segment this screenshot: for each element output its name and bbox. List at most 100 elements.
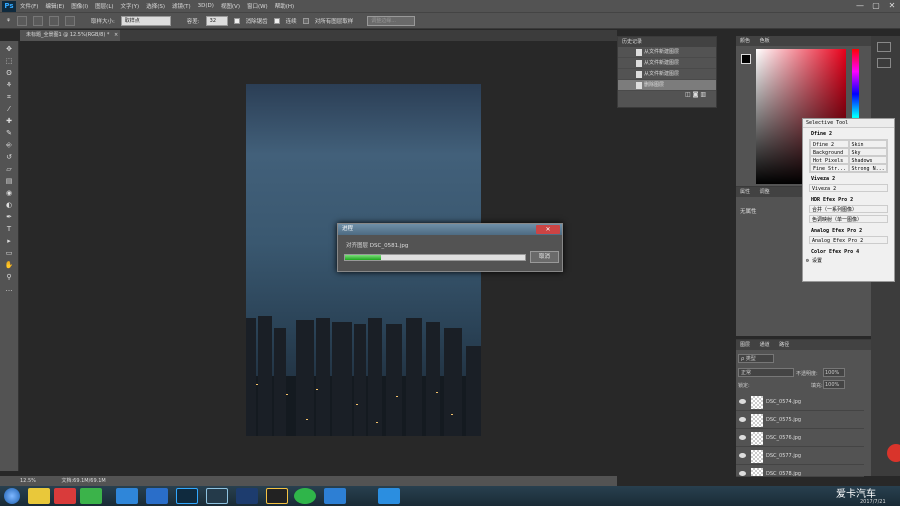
layer-row[interactable]: DSC_0576.jpg [736, 430, 864, 447]
hdr-merge-button[interactable]: 合并（一系列图像） [809, 205, 888, 213]
blur-icon[interactable]: ◉ [3, 188, 15, 198]
dfine-option[interactable]: Fine Str... [810, 164, 849, 172]
menu-help[interactable]: 帮助(H) [275, 2, 294, 10]
maximize-button[interactable]: ▢ [868, 0, 884, 12]
dfine-option[interactable]: Strong N... [848, 164, 887, 172]
panel-toggle-icon[interactable] [877, 58, 891, 68]
type-icon[interactable]: T [3, 224, 15, 234]
eyedropper-icon[interactable]: ⁄ [3, 104, 15, 114]
qq-icon[interactable] [266, 488, 288, 504]
dfine-option[interactable]: Hot Pixels [810, 156, 849, 164]
monitor-icon[interactable] [236, 488, 258, 504]
menu-view[interactable]: 视图(V) [221, 2, 240, 10]
document-tab[interactable]: 未标题_全景图1 @ 12.5%(RGB/8) * × [20, 30, 120, 41]
hdr-tonemap-button[interactable]: 色调映射（单一图像） [809, 215, 888, 223]
player-icon[interactable] [146, 488, 168, 504]
pen-icon[interactable]: ✒ [3, 212, 15, 222]
word-icon[interactable] [378, 488, 400, 504]
shape-icon[interactable]: ▭ [3, 248, 15, 258]
foreground-color-swatch[interactable] [741, 54, 751, 64]
dfine-option[interactable]: Background [810, 148, 849, 156]
subtract-selection-icon[interactable] [48, 15, 59, 26]
dfine-option[interactable]: Sky [848, 148, 887, 156]
layer-filter-select[interactable]: ρ 类型 [738, 354, 774, 363]
dialog-close-button[interactable]: ✕ [536, 225, 560, 234]
stamp-icon[interactable]: ⎆ [3, 140, 15, 150]
tolerance-input[interactable]: 32 [205, 15, 228, 26]
tab-color[interactable]: 颜色 [740, 38, 750, 44]
media-icon[interactable] [54, 488, 76, 504]
history-item-active[interactable]: 删除图层 [618, 80, 716, 91]
history-tab[interactable]: 历史记录 [618, 37, 716, 47]
visibility-eye-icon[interactable] [739, 471, 746, 476]
snapshot-icon[interactable]: ◫ [685, 91, 691, 98]
bird-icon[interactable] [324, 488, 346, 504]
visibility-eye-icon[interactable] [739, 453, 746, 458]
cancel-button[interactable]: 取消 [530, 251, 559, 263]
minimize-button[interactable]: — [852, 0, 868, 12]
layer-row[interactable]: DSC_0578.jpg [736, 466, 864, 477]
tab-properties[interactable]: 属性 [740, 189, 750, 195]
game-icon[interactable] [80, 488, 102, 504]
visibility-eye-icon[interactable] [739, 417, 746, 422]
tab-adjustments[interactable]: 调整 [760, 189, 770, 195]
dfine-option[interactable]: Skin [848, 140, 887, 148]
gradient-icon[interactable]: ▤ [3, 176, 15, 186]
marquee-icon[interactable]: ⬚ [3, 56, 15, 66]
zoom-level[interactable]: 12.5% [20, 478, 36, 484]
wechat-icon[interactable] [294, 488, 316, 504]
crop-icon[interactable]: ⌗ [3, 92, 15, 102]
panel-toggle-icon[interactable] [877, 42, 891, 52]
menu-3d[interactable]: 3D(D) [198, 3, 214, 9]
layer-row[interactable]: DSC_0577.jpg [736, 448, 864, 465]
fill-input[interactable]: 100% [823, 380, 845, 389]
tool-icon[interactable] [116, 488, 138, 504]
dfine-option[interactable]: Dfine 2 [810, 140, 849, 148]
heal-icon[interactable]: ✚ [3, 116, 15, 126]
tab-channels[interactable]: 通道 [760, 342, 770, 348]
dfine-option[interactable]: Shadows [848, 156, 887, 164]
camera-icon[interactable]: ◙ [693, 91, 699, 98]
menu-select[interactable]: 选择(S) [146, 2, 165, 10]
path-select-icon[interactable]: ▸ [3, 236, 15, 246]
lightroom-icon[interactable] [206, 488, 228, 504]
visibility-eye-icon[interactable] [739, 399, 746, 404]
layer-row[interactable]: DSC_0574.jpg [736, 394, 864, 411]
visibility-eye-icon[interactable] [739, 435, 746, 440]
new-selection-icon[interactable] [16, 15, 27, 26]
notification-badge[interactable] [887, 444, 900, 462]
tab-paths[interactable]: 路径 [779, 342, 789, 348]
dodge-icon[interactable]: ◐ [3, 200, 15, 210]
magic-wand-tool-icon[interactable]: ⚘ [6, 18, 11, 24]
start-icon[interactable] [4, 488, 20, 504]
tab-layers[interactable]: 图层 [740, 342, 750, 348]
brush-icon[interactable]: ✎ [3, 128, 15, 138]
refine-edge-button[interactable]: 调整边缘... [367, 15, 416, 26]
history-item[interactable]: 从文件新建图层 [618, 47, 716, 58]
lasso-icon[interactable]: ʘ [3, 68, 15, 78]
layer-row[interactable]: DSC_0575.jpg [736, 412, 864, 429]
document-tab-close-icon[interactable]: × [114, 32, 118, 38]
menu-file[interactable]: 文件(F) [20, 2, 38, 10]
hand-icon[interactable]: ✋ [3, 260, 15, 270]
intersect-selection-icon[interactable] [64, 15, 75, 26]
menu-filter[interactable]: 滤镜(T) [172, 2, 191, 10]
trash-icon[interactable]: ▥ [700, 91, 706, 98]
all-layers-checkbox[interactable] [302, 17, 309, 24]
analog-efex-button[interactable]: Analog Efex Pro 2 [809, 236, 888, 244]
eraser-icon[interactable]: ▱ [3, 164, 15, 174]
tab-swatches[interactable]: 色板 [760, 38, 770, 44]
menu-type[interactable]: 文字(Y) [121, 2, 140, 10]
contiguous-checkbox[interactable] [273, 17, 280, 24]
antialias-checkbox[interactable] [233, 17, 240, 24]
sample-size-select[interactable]: 取样点 [120, 15, 171, 26]
history-item[interactable]: 从文件新建图层 [618, 69, 716, 80]
opacity-input[interactable]: 100% [823, 368, 845, 377]
zoom-icon[interactable]: ⚲ [3, 272, 15, 282]
photoshop-icon[interactable] [176, 488, 198, 504]
history-item[interactable]: 从文件新建图层 [618, 58, 716, 69]
close-window-button[interactable]: ✕ [884, 0, 900, 12]
menu-layer[interactable]: 图层(L) [95, 2, 113, 10]
menu-image[interactable]: 图像(I) [71, 2, 88, 10]
more-icon[interactable]: … [3, 284, 15, 294]
